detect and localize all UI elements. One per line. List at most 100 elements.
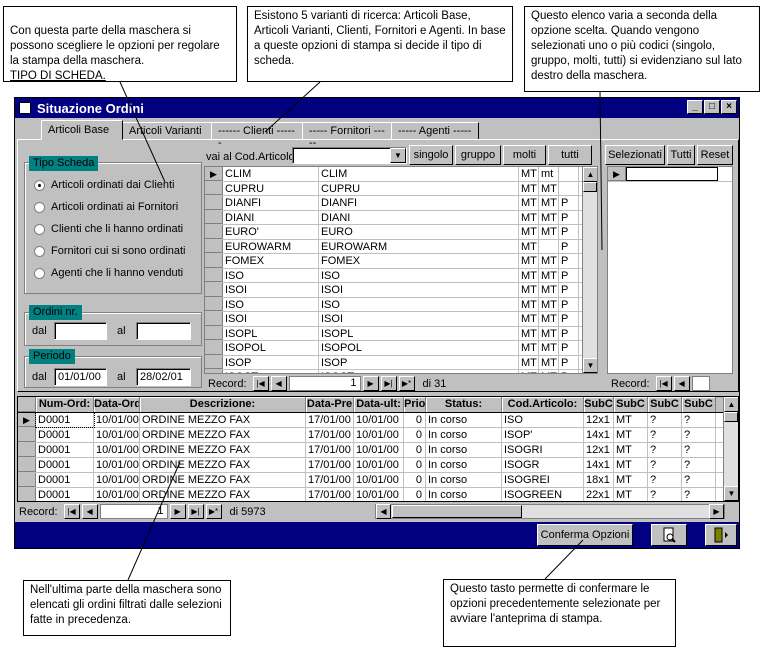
cell[interactable]: 17/01/00 (306, 428, 354, 442)
cell[interactable]: 17/01/00 (306, 473, 354, 487)
periodo-dal-field[interactable]: 01/01/00 (54, 368, 107, 386)
cell[interactable]: D0001 (35, 412, 95, 428)
cell[interactable]: 10/01/00 (94, 458, 140, 472)
cell[interactable]: MT (614, 413, 648, 427)
radio-agenti[interactable]: Agenti che li hanno venduti (34, 267, 183, 279)
first-record-button[interactable]: |◀ (252, 376, 269, 391)
cell[interactable]: ? (648, 473, 682, 487)
cell[interactable]: 17/01/00 (306, 488, 354, 501)
cell[interactable]: ISOP' (502, 428, 584, 442)
cell[interactable]: In corso (426, 428, 502, 442)
scroll-right-icon[interactable]: ▶ (709, 504, 724, 519)
cell[interactable]: D0001 (36, 458, 94, 472)
cell[interactable]: 14x1 (584, 458, 614, 472)
column-header[interactable]: Status: (426, 397, 502, 412)
first-record-button[interactable]: |◀ (655, 376, 672, 391)
table-row[interactable]: D0001 10/01/00 ORDINE MEZZO FAX 17/01/00 10/… (18, 488, 738, 501)
table-row[interactable]: D0001 10/01/00 ORDINE MEZZO FAX 17/01/00 10/… (18, 443, 738, 458)
selezionati-list[interactable]: ▶ (607, 166, 733, 374)
row-selector[interactable] (205, 225, 223, 239)
cell[interactable]: ? (682, 473, 716, 487)
row-selector[interactable] (205, 312, 223, 326)
row-selector[interactable] (18, 473, 36, 487)
row-selector[interactable] (18, 443, 36, 457)
list-item[interactable]: EUROWARM EUROWARM MT P (205, 239, 597, 254)
list-item[interactable]: ISO ISO MT MT P (205, 268, 597, 283)
column-header[interactable]: Data-ult: (354, 397, 404, 412)
scroll-thumb[interactable] (392, 505, 522, 518)
list-item[interactable]: ISOPOL ISOPOL MT MT P (205, 341, 597, 356)
column-header[interactable]: Descrizione: (140, 397, 306, 412)
record-number-field[interactable] (691, 376, 710, 391)
column-header[interactable]: Data-Ord (94, 397, 140, 412)
row-selector[interactable] (18, 488, 36, 501)
cell[interactable]: MT (614, 428, 648, 442)
list-item[interactable]: ISOP ISOP MT MT P (205, 355, 597, 370)
prev-record-button[interactable]: ◀ (673, 376, 690, 391)
ordini-al-field[interactable] (136, 322, 191, 340)
close-button[interactable]: × (721, 100, 737, 114)
row-selector[interactable]: ▶ (205, 167, 223, 181)
cell[interactable]: 14x1 (584, 428, 614, 442)
selezionati-button[interactable]: Selezionati (605, 145, 665, 165)
last-record-button[interactable]: ▶| (187, 504, 204, 519)
articoli-list[interactable]: ▶ CLIM CLIM MT mt CUPRU CUPRU MT MT DIANFI DIANFI M… (204, 166, 598, 374)
cell[interactable]: ORDINE MEZZO FAX (140, 428, 306, 442)
tutti-button[interactable]: tutti (548, 145, 592, 165)
new-record-button[interactable]: ▶* (398, 376, 415, 391)
periodo-al-field[interactable]: 28/02/01 (136, 368, 191, 386)
cell[interactable]: ? (648, 488, 682, 501)
cell[interactable]: ISO (502, 413, 584, 427)
ordini-dal-field[interactable] (54, 322, 107, 340)
cell[interactable]: In corso (426, 488, 502, 501)
cell[interactable]: 10/01/00 (354, 458, 404, 472)
tab-agenti[interactable]: ----- Agenti ----- (391, 122, 479, 140)
tab-clienti[interactable]: ------ Clienti ------ (211, 122, 303, 149)
cell[interactable]: 10/01/00 (94, 428, 140, 442)
list-item[interactable]: ▶ CLIM CLIM MT mt (205, 167, 597, 182)
cell[interactable]: 10/01/00 (354, 488, 404, 501)
cell[interactable]: ISOGREI (502, 473, 584, 487)
list-item[interactable]: ISOI ISOI MT MT P (205, 283, 597, 298)
cell[interactable]: 0 (404, 473, 426, 487)
cell[interactable]: ORDINE MEZZO FAX (140, 443, 306, 457)
cell[interactable]: ORDINE MEZZO FAX (140, 473, 306, 487)
cell[interactable]: 10/01/00 (354, 428, 404, 442)
row-selector[interactable]: ▶ (18, 413, 36, 427)
cell[interactable]: ORDINE MEZZO FAX (140, 413, 306, 427)
row-selector[interactable] (205, 254, 223, 268)
minimize-button[interactable]: _ (687, 100, 703, 114)
cell[interactable]: ORDINE MEZZO FAX (140, 488, 306, 501)
cell[interactable]: In corso (426, 458, 502, 472)
reset-button[interactable]: Reset (697, 145, 733, 165)
tab-articoli-base[interactable]: Articoli Base (41, 120, 123, 140)
new-record-button[interactable]: ▶* (205, 504, 222, 519)
list-item[interactable]: FOMEX FOMEX MT MT P (205, 254, 597, 269)
cell[interactable]: D0001 (36, 488, 94, 501)
exit-button[interactable] (705, 524, 737, 546)
row-selector[interactable] (205, 370, 223, 373)
row-selector[interactable] (205, 355, 223, 369)
cell[interactable]: ? (682, 458, 716, 472)
list-item[interactable]: ISO ISO MT MT P (205, 297, 597, 312)
prev-record-button[interactable]: ◀ (270, 376, 287, 391)
vertical-scrollbar[interactable]: ▲ ▼ (582, 167, 597, 373)
scroll-down-icon[interactable]: ▼ (583, 358, 597, 373)
cell[interactable]: 18x1 (584, 473, 614, 487)
list-item[interactable]: DIANI DIANI MT MT P (205, 210, 597, 225)
list-item[interactable]: ISOSTISOSTMTMTP (205, 370, 597, 373)
cell[interactable]: MT (614, 473, 648, 487)
row-selector[interactable] (205, 283, 223, 297)
cell[interactable]: ? (648, 443, 682, 457)
cell[interactable]: 12x1 (584, 443, 614, 457)
table-row[interactable]: D0001 10/01/00 ORDINE MEZZO FAX 17/01/00 10/… (18, 458, 738, 473)
row-selector[interactable] (205, 196, 223, 210)
scroll-down-icon[interactable]: ▼ (724, 486, 738, 501)
cell[interactable]: ? (648, 458, 682, 472)
next-record-button[interactable]: ▶ (362, 376, 379, 391)
last-record-button[interactable]: ▶| (380, 376, 397, 391)
column-header[interactable]: SubC (614, 397, 648, 412)
column-header[interactable]: Num-Ord: (36, 397, 94, 412)
cell[interactable]: ? (682, 413, 716, 427)
cell[interactable]: MT (614, 488, 648, 501)
